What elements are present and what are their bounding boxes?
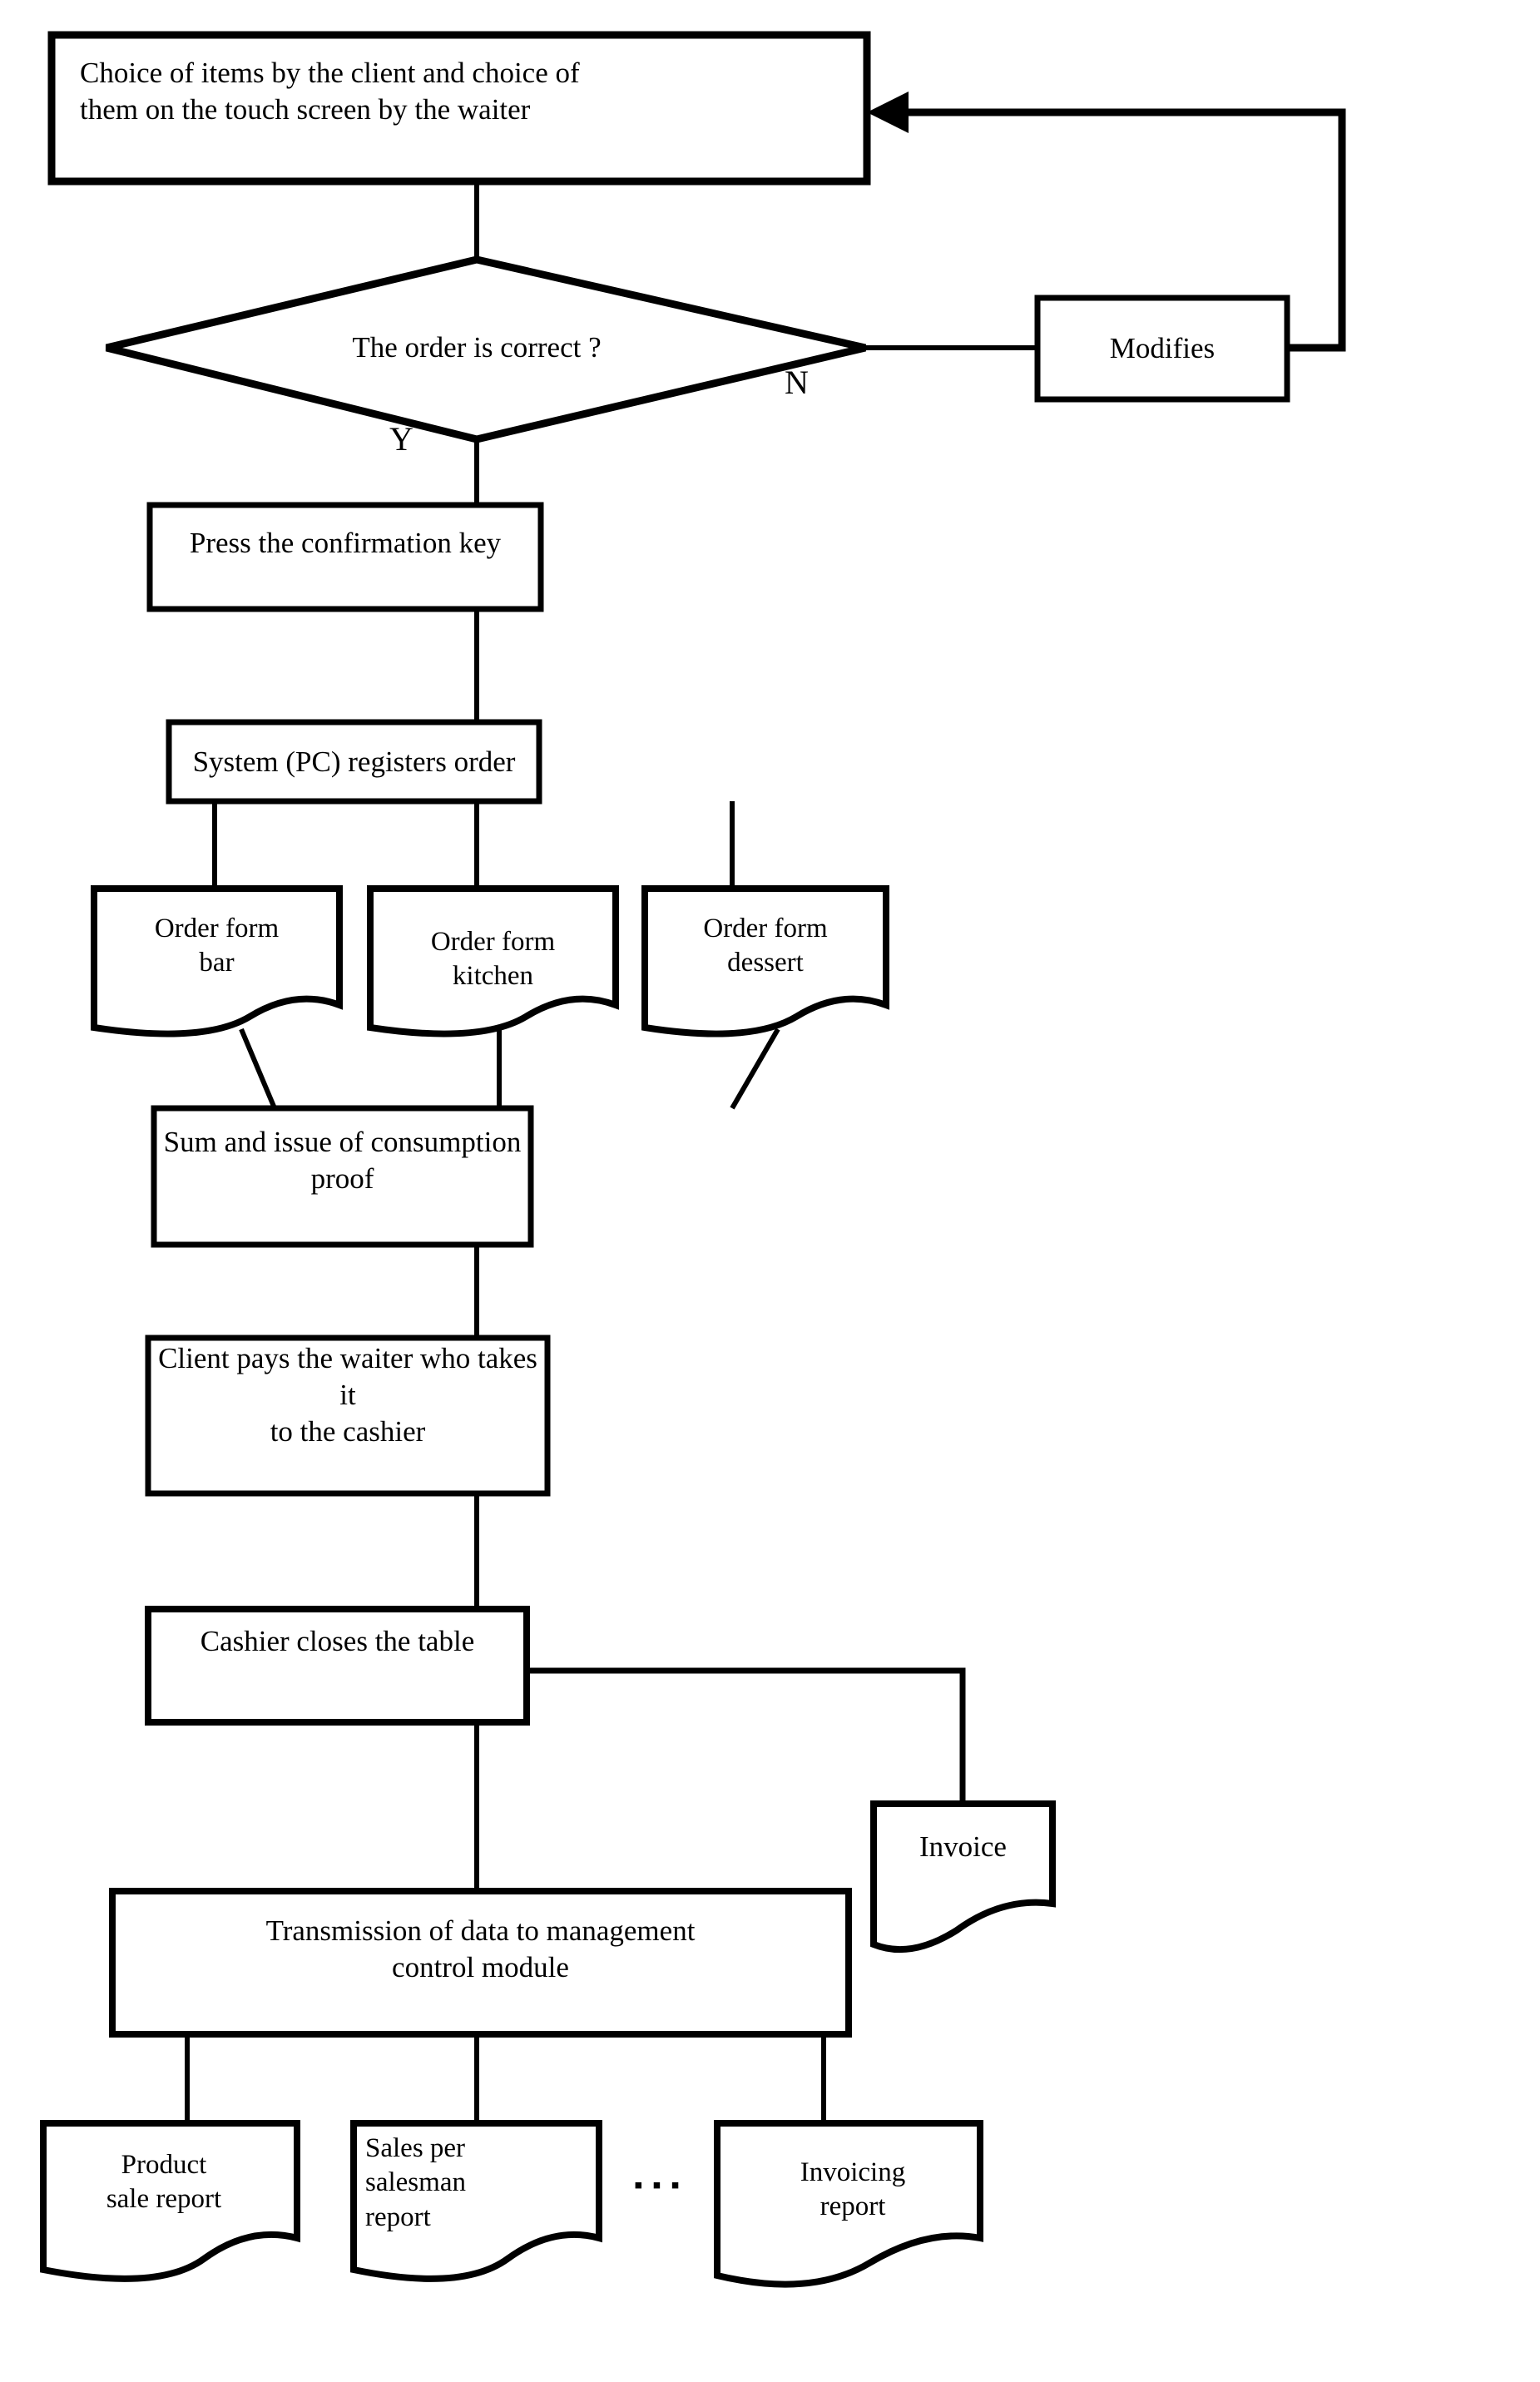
node-client-pays-shape[interactable] [145, 1335, 551, 1497]
shape-group [40, 31, 1290, 2288]
edge-form-bar-to-sum [239, 1028, 277, 1110]
node-modifies-shape[interactable] [1034, 295, 1290, 403]
flowchart-page: Choice of items by the client and choice… [0, 0, 1540, 2382]
node-choice-shape[interactable] [47, 31, 871, 186]
node-cashier-shape[interactable] [145, 1606, 530, 1726]
node-transmission-shape[interactable] [109, 1888, 852, 2038]
node-form-kitchen-shape[interactable] [367, 885, 619, 1037]
flowchart-canvas [40, 31, 1346, 2288]
ellipsis-marker: ▪ ▪ ▪ [634, 2172, 681, 2199]
node-invoice-shape[interactable] [870, 1800, 1056, 1954]
edge-form-dessert-to-sum [730, 1028, 780, 1110]
edge-cashier-to-invoice [527, 1667, 966, 1804]
node-register-shape[interactable] [166, 719, 542, 805]
branch-label-yes: Y [389, 420, 413, 458]
arrowhead-to-choice [867, 92, 909, 133]
node-product-report-shape[interactable] [40, 2120, 300, 2282]
node-decision-shape[interactable] [105, 255, 867, 443]
node-form-dessert-shape[interactable] [641, 885, 889, 1037]
node-invoicing-report-shape[interactable] [714, 2120, 983, 2288]
node-confirm-shape[interactable] [146, 502, 544, 612]
branch-label-no: N [785, 364, 809, 401]
node-form-bar-shape[interactable] [91, 885, 343, 1037]
node-sum-issue-shape[interactable] [151, 1105, 534, 1248]
node-salesman-report-shape[interactable] [350, 2120, 602, 2282]
